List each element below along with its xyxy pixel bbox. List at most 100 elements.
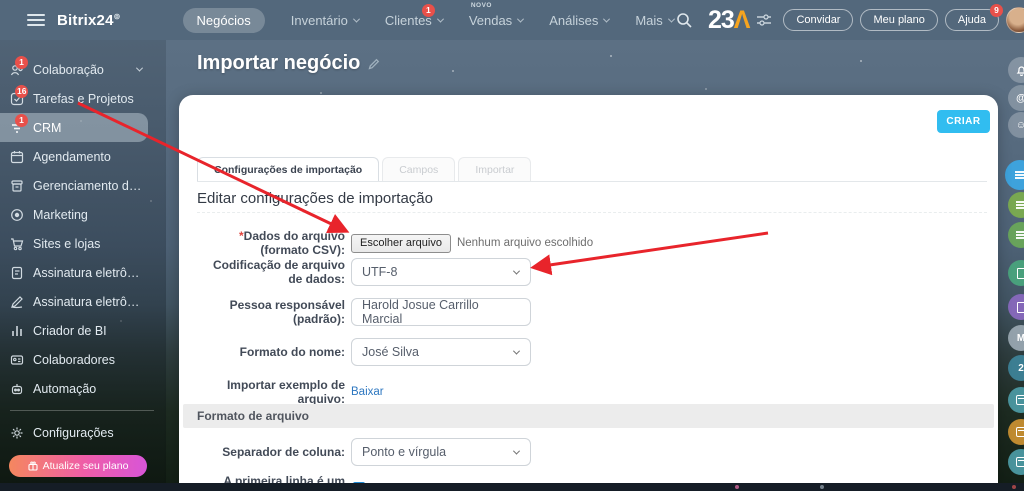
contact-circle-3[interactable] [1008, 260, 1024, 286]
contact-circle-1[interactable] [1008, 192, 1024, 218]
doc-glyph [1017, 302, 1024, 313]
topbar-right: 23Λ Convidar Meu plano Ajuda9 [676, 0, 1024, 40]
nav-clientes[interactable]: Clientes1 [385, 13, 443, 28]
sidebar-item-colaboradores[interactable]: Colaboradores [0, 345, 166, 374]
card-heading: Editar configurações de importação [197, 190, 433, 207]
contact-circle-cal1[interactable] [1008, 387, 1024, 413]
helpdesk-icon[interactable]: @ [1008, 85, 1024, 111]
choose-file-button[interactable]: Escolher arquivo [351, 234, 451, 253]
form-row-separator: Separador de coluna: Ponto e vírgula [197, 438, 531, 466]
novo-tag: NOVO [471, 2, 492, 9]
brand-logo[interactable]: Bitrix24⊚ [57, 12, 121, 29]
sidebar-item-tarefas[interactable]: Tarefas e Projetos 16 [0, 84, 166, 113]
feedback-smiley-icon[interactable]: ☺ [1008, 112, 1024, 138]
ajuda-button[interactable]: Ajuda9 [945, 9, 999, 31]
calendar-glyph [1016, 427, 1024, 437]
nav-mais[interactable]: Mais [635, 13, 673, 28]
sliders-icon[interactable] [757, 14, 771, 26]
gear-icon [10, 426, 24, 440]
sidebar-divider [10, 410, 154, 411]
ajuda-badge: 9 [990, 4, 1003, 17]
contact-circle-cal3[interactable] [1008, 449, 1024, 475]
sidebar-item-sites-lojas[interactable]: Sites e lojas [0, 229, 166, 258]
chevron-down-icon [136, 65, 143, 72]
sample-label: Importar exemplo de arquivo: [197, 378, 345, 406]
gift-icon [28, 461, 38, 471]
contact-circle-m[interactable]: M [1008, 325, 1024, 351]
tab-configuracoes-importacao[interactable]: Configurações de importação [197, 157, 379, 182]
taskbar-dot [820, 485, 824, 489]
sidebar-item-automacao[interactable]: Automação [0, 374, 166, 403]
section-formato-arquivo: Formato de arquivo [183, 404, 994, 428]
upgrade-plan-button[interactable]: Atualize seu plano [9, 455, 147, 477]
convidar-button[interactable]: Convidar [783, 9, 853, 31]
nav-analises[interactable]: Análises [549, 13, 609, 28]
chat-lines-glyph [1015, 171, 1024, 179]
calendar-icon [10, 150, 24, 164]
criar-button[interactable]: CRIAR [937, 110, 990, 133]
crm-badge: 1 [15, 114, 28, 127]
hamburger-menu-icon[interactable] [27, 14, 45, 26]
page-title: Importar negócio [197, 52, 380, 75]
chevron-down-icon [437, 15, 444, 22]
robot-icon [10, 382, 24, 396]
chevron-down-icon [513, 447, 520, 454]
file-label: *Dados do arquivo (formato CSV): [197, 229, 345, 257]
sidebar-item-assinatura[interactable]: Assinatura eletrônica [0, 287, 166, 316]
sidebar-item-crm[interactable]: CRM 1 [0, 113, 148, 142]
sidebar-item-colaboracao[interactable]: Colaboração 1 [0, 55, 166, 84]
encoding-select[interactable]: UTF-8 [351, 258, 531, 286]
colaboracao-badge: 1 [15, 56, 28, 69]
clock-logo: 23Λ [708, 6, 750, 35]
id-card-icon [10, 353, 24, 367]
nameformat-select[interactable]: José Silva [351, 338, 531, 366]
sidebar-item-gerenciamento[interactable]: Gerenciamento do inve... [0, 171, 166, 200]
sidebar-item-agendamento[interactable]: Agendamento [0, 142, 166, 171]
form-row-file: *Dados do arquivo (formato CSV): Escolhe… [197, 229, 593, 257]
contact-circle-2[interactable] [1008, 222, 1024, 248]
heading-divider [197, 212, 987, 213]
bi-chart-icon [10, 324, 24, 338]
inventory-box-icon [10, 179, 24, 193]
tarefas-badge: 16 [15, 85, 28, 98]
nav-vendas[interactable]: NOVOVendas [469, 13, 523, 28]
separator-select[interactable]: Ponto e vírgula [351, 438, 531, 466]
taskbar-dot [1012, 485, 1016, 489]
responsible-input[interactable]: Harold Josue Carrillo Marcial [351, 298, 531, 326]
document-sign-icon [10, 266, 24, 280]
file-hint: Nenhum arquivo escolhido [457, 237, 593, 249]
sidebar-item-marketing[interactable]: Marketing [0, 200, 166, 229]
contact-circle-cal2[interactable] [1008, 419, 1024, 445]
chevron-down-icon [513, 267, 520, 274]
form-row-sample: Importar exemplo de arquivo: Baixar [197, 378, 384, 406]
nameformat-label: Formato do nome: [197, 345, 345, 359]
sidebar: Colaboração 1 Tarefas e Projetos 16 CRM … [0, 40, 166, 491]
form-row-nameformat: Formato do nome: José Silva [197, 338, 531, 366]
cart-icon [10, 237, 24, 251]
contact-circle-4[interactable] [1008, 294, 1024, 320]
notifications-bell-icon[interactable] [1008, 57, 1024, 83]
contact-circle-2n[interactable]: 2 [1008, 355, 1024, 381]
sidebar-item-assinatura-p[interactable]: Assinatura eletrônica p... [0, 258, 166, 287]
sidebar-item-configuracoes[interactable]: Configurações [0, 418, 166, 447]
edit-pencil-icon[interactable] [368, 58, 380, 70]
user-avatar[interactable] [1006, 7, 1024, 33]
calendar-glyph [1016, 395, 1024, 405]
tabs: Configurações de importação Campos Impor… [197, 157, 534, 182]
search-icon[interactable] [676, 12, 692, 28]
marketing-target-icon [10, 208, 24, 222]
sidebar-item-criador-bi[interactable]: Criador de BI [0, 316, 166, 345]
nav-negocios[interactable]: Negócios [183, 8, 265, 33]
meu-plano-button[interactable]: Meu plano [860, 9, 937, 31]
form-row-responsible: Pessoa responsável (padrão): Harold Josu… [197, 298, 531, 326]
nav-inventario[interactable]: Inventário [291, 13, 359, 28]
chevron-down-icon [513, 347, 520, 354]
chevron-down-icon [668, 15, 675, 22]
chat-icon[interactable] [1005, 160, 1024, 190]
tab-campos[interactable]: Campos [382, 157, 455, 182]
baixar-link[interactable]: Baixar [351, 386, 384, 398]
taskbar-edge [0, 483, 1024, 491]
top-bar: Bitrix24⊚ Negócios Inventário Clientes1 … [0, 0, 1024, 40]
form-row-encoding: Codificação de arquivo de dados: UTF-8 [197, 258, 531, 286]
tab-importar[interactable]: Importar [458, 157, 531, 182]
